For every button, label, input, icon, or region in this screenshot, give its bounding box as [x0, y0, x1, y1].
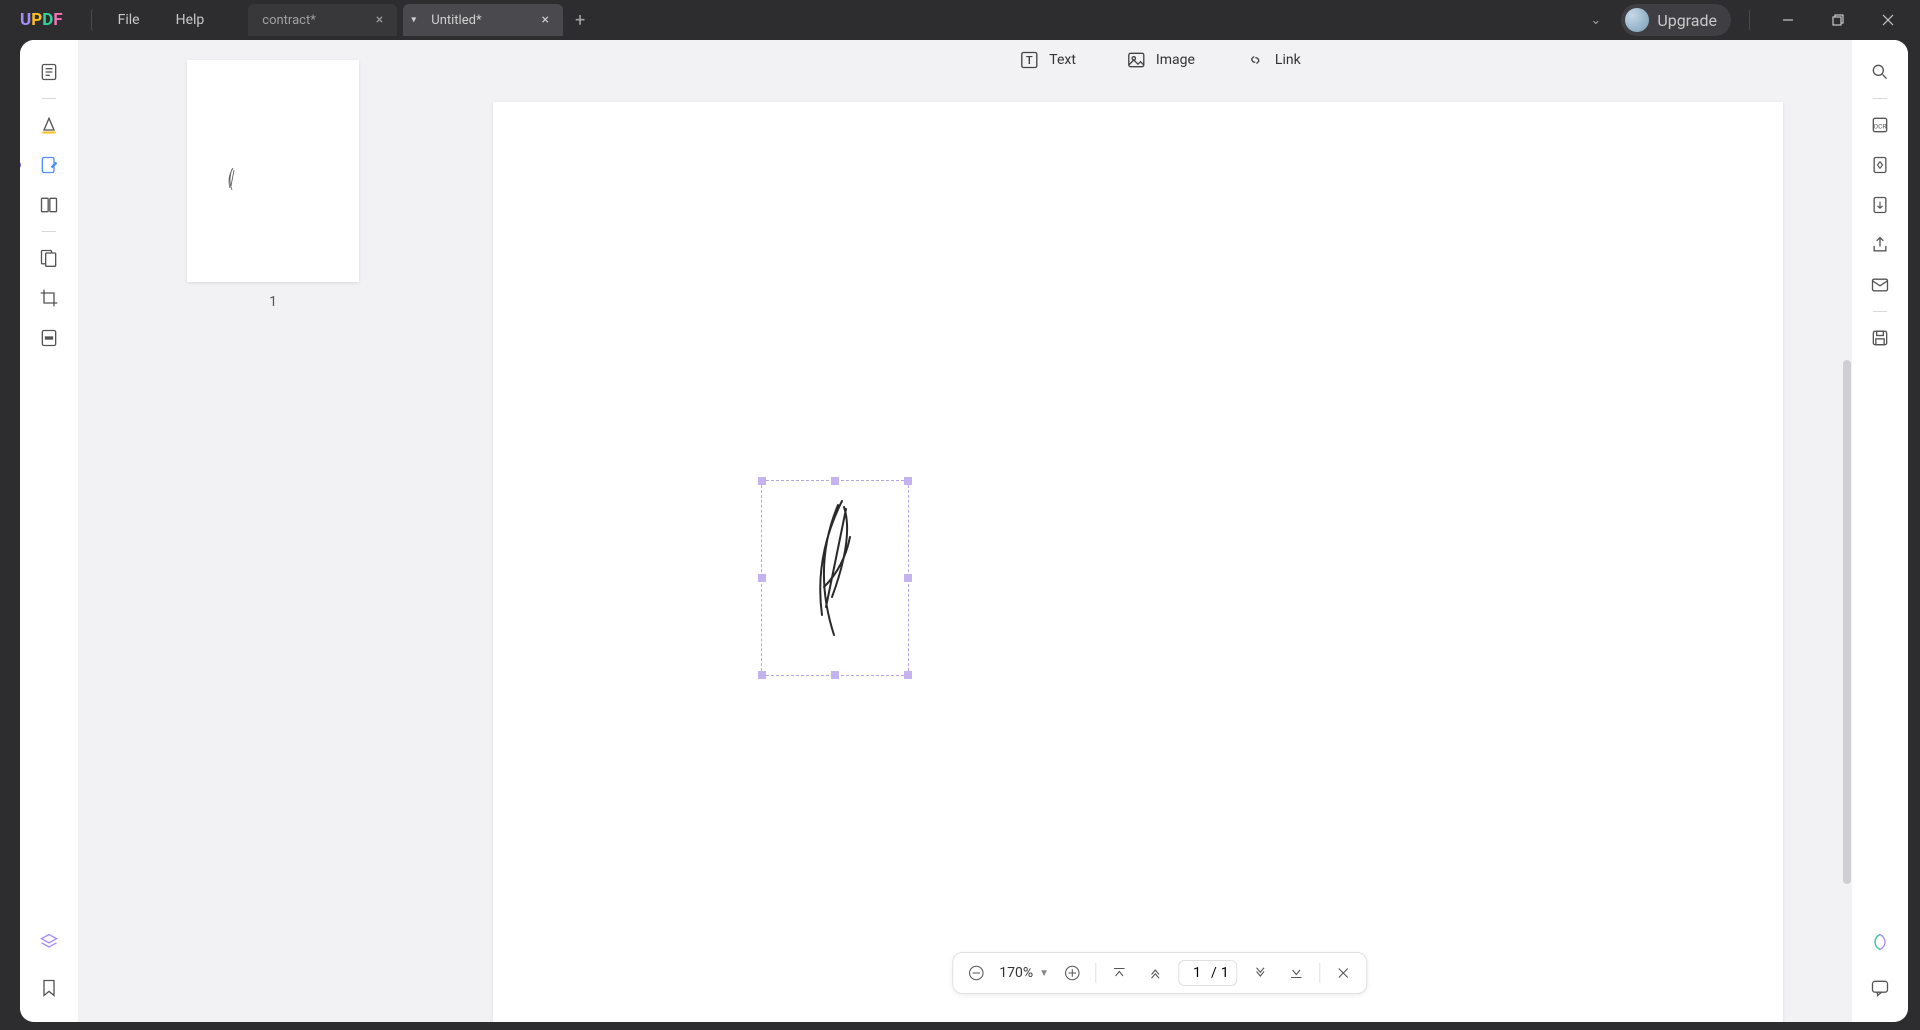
right-toolbar: OCR — [1852, 40, 1908, 1022]
menu-file[interactable]: File — [100, 12, 158, 28]
bookmark-tool[interactable] — [31, 970, 67, 1006]
resize-handle-s[interactable] — [831, 671, 839, 679]
workspace: 1 T Text Image Link — [20, 40, 1908, 1022]
vertical-scrollbar[interactable] — [1842, 102, 1852, 1022]
ocr-tool[interactable]: OCR — [1862, 107, 1898, 143]
image-tool[interactable]: Image — [1126, 50, 1195, 70]
avatar — [1625, 8, 1649, 32]
resize-handle-se[interactable] — [904, 671, 912, 679]
zoom-value: 170% — [999, 965, 1033, 981]
separator — [1095, 963, 1096, 983]
close-bar-button[interactable] — [1331, 960, 1357, 986]
resize-handle-sw[interactable] — [758, 671, 766, 679]
scrollbar-thumb[interactable] — [1843, 360, 1851, 884]
layers-tool[interactable] — [31, 924, 67, 960]
resize-handle-n[interactable] — [831, 477, 839, 485]
zoom-in-button[interactable] — [1059, 960, 1085, 986]
page-input[interactable]: / 1 — [1178, 960, 1238, 986]
add-tab-button[interactable]: + — [575, 10, 585, 31]
right-bottom-tools — [1862, 924, 1898, 1006]
page-extract-tool[interactable] — [1862, 187, 1898, 223]
crop-tool[interactable] — [31, 280, 67, 316]
tab-label: contract* — [262, 13, 316, 28]
thumbnail-panel: 1 — [78, 40, 468, 1022]
first-page-button[interactable] — [1106, 960, 1132, 986]
thumbnail-number: 1 — [98, 294, 448, 310]
minimize-button[interactable] — [1768, 4, 1808, 36]
tab-dropdown-icon[interactable]: ▾ — [411, 15, 416, 26]
close-icon[interactable]: × — [542, 12, 549, 28]
left-bottom-tools — [31, 924, 67, 1006]
app-logo: UPDF — [0, 10, 83, 30]
chevron-down-icon[interactable]: ⌄ — [1580, 13, 1611, 28]
highlight-tool[interactable] — [31, 107, 67, 143]
zoom-select[interactable]: 170% ▼ — [999, 965, 1049, 981]
selection-box[interactable] — [761, 480, 909, 676]
document-page[interactable] — [493, 102, 1783, 1022]
svg-text:OCR: OCR — [1873, 122, 1886, 130]
resize-handle-w[interactable] — [758, 574, 766, 582]
caret-down-icon: ▼ — [1039, 968, 1049, 979]
search-tool[interactable] — [1862, 54, 1898, 90]
maximize-button[interactable] — [1818, 4, 1858, 36]
logo-f: F — [53, 10, 62, 30]
tab-label: Untitled* — [431, 13, 481, 28]
upgrade-label: Upgrade — [1657, 11, 1717, 30]
separator — [42, 231, 56, 232]
last-page-button[interactable] — [1284, 960, 1310, 986]
text-tool[interactable]: T Text — [1019, 50, 1076, 70]
chat-tool[interactable] — [1862, 970, 1898, 1006]
separator — [1873, 311, 1887, 312]
close-icon[interactable]: × — [376, 12, 383, 28]
tab-untitled[interactable]: ▾ Untitled* × — [403, 4, 563, 36]
image-tool-label: Image — [1156, 52, 1195, 68]
link-tool[interactable]: Link — [1245, 50, 1301, 70]
edit-tool[interactable] — [31, 147, 67, 183]
link-tool-label: Link — [1275, 52, 1301, 68]
separator — [1873, 98, 1887, 99]
resize-handle-e[interactable] — [904, 574, 912, 582]
prev-page-button[interactable] — [1142, 960, 1168, 986]
logo-d: D — [42, 10, 53, 30]
mail-tool[interactable] — [1862, 267, 1898, 303]
logo-u: U — [20, 10, 31, 30]
zoom-out-button[interactable] — [963, 960, 989, 986]
total-pages: 1 — [1221, 965, 1229, 981]
share-tool[interactable] — [1862, 227, 1898, 263]
signature-drawing — [794, 497, 874, 657]
save-tool[interactable] — [1862, 320, 1898, 356]
svg-text:T: T — [1026, 54, 1033, 67]
left-toolbar — [20, 40, 78, 1022]
resize-handle-ne[interactable] — [904, 477, 912, 485]
reader-tool[interactable] — [31, 54, 67, 90]
logo-p: P — [31, 10, 42, 30]
page-thumbnail[interactable] — [187, 60, 359, 282]
main-area: T Text Image Link — [468, 40, 1852, 1022]
menu-help[interactable]: Help — [158, 12, 223, 28]
title-bar: UPDF File Help contract* × ▾ Untitled* ×… — [0, 0, 1920, 40]
tab-contract[interactable]: contract* × — [248, 4, 397, 36]
page-sep: / — [1211, 965, 1217, 981]
zoom-bar: 170% ▼ / 1 — [952, 952, 1367, 994]
ai-tool[interactable] — [1862, 924, 1898, 960]
separator — [1320, 963, 1321, 983]
resize-handle-nw[interactable] — [758, 477, 766, 485]
divider — [91, 10, 92, 30]
divider — [1749, 10, 1750, 30]
close-button[interactable] — [1868, 4, 1908, 36]
redact-tool[interactable] — [31, 320, 67, 356]
title-right: ⌄ Upgrade — [1580, 4, 1920, 36]
ai-file-tool[interactable] — [1862, 147, 1898, 183]
current-page-field[interactable] — [1187, 965, 1207, 981]
upgrade-button[interactable]: Upgrade — [1621, 4, 1731, 36]
edit-top-tools: T Text Image Link — [1019, 50, 1300, 70]
organize-tool[interactable] — [31, 240, 67, 276]
separator — [42, 98, 56, 99]
text-tool-label: Text — [1049, 52, 1076, 68]
next-page-button[interactable] — [1248, 960, 1274, 986]
form-tool[interactable] — [31, 187, 67, 223]
